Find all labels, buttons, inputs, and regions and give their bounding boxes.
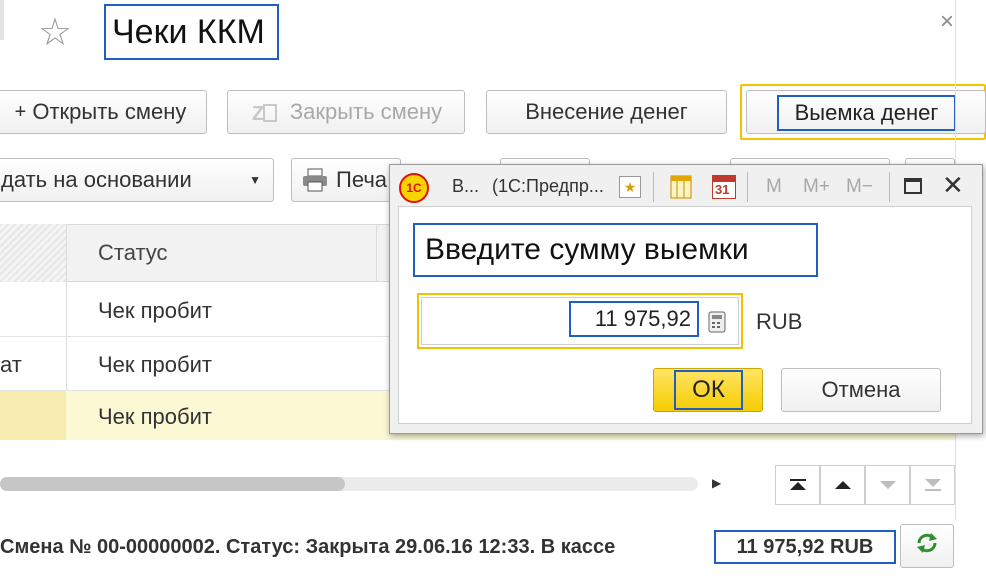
- close-shift-label: Закрыть смену: [289, 99, 443, 124]
- row-selection-marker: [0, 391, 66, 440]
- maximize-icon[interactable]: [904, 178, 922, 194]
- dialog-app-title: (1С:Предпр...: [492, 176, 604, 196]
- currency-label: RUB: [756, 309, 803, 334]
- open-shift-button[interactable]: + Открыть смену: [0, 90, 207, 134]
- print-button[interactable]: Печа: [291, 158, 401, 202]
- window-edge: [0, 0, 4, 40]
- horizontal-scrollbar-track[interactable]: [0, 477, 698, 491]
- dropdown-arrow-icon: ▼: [249, 173, 261, 187]
- 1c-logo-icon: 1С: [399, 173, 429, 203]
- scroll-right-icon[interactable]: ▶: [712, 476, 721, 490]
- title-separator: [653, 172, 654, 202]
- open-shift-label: Открыть смену: [32, 99, 187, 124]
- print-label: Печа: [336, 167, 388, 192]
- refresh-icon: [914, 530, 940, 562]
- move-bottom-icon[interactable]: [910, 465, 955, 505]
- table-icon[interactable]: [670, 175, 692, 199]
- calculator-icon[interactable]: [708, 311, 726, 333]
- close-shift-icon: Z: [250, 99, 280, 125]
- title-separator: [889, 172, 890, 202]
- column-header-status[interactable]: Статус: [98, 240, 168, 266]
- create-based-on-label: дать на основании: [1, 167, 192, 192]
- title-separator: [747, 172, 748, 202]
- row-status: Чек пробит: [98, 404, 212, 429]
- close-dialog-icon[interactable]: ✕: [942, 170, 964, 201]
- memory-subtract-button[interactable]: M−: [846, 176, 873, 198]
- memory-add-button[interactable]: M+: [803, 176, 830, 198]
- shift-status-text: Смена № 00-00000002. Статус: Закрыта 29.…: [0, 536, 616, 558]
- close-shift-button[interactable]: Z Закрыть смену: [227, 90, 465, 134]
- create-based-on-button[interactable]: дать на основании ▼: [0, 158, 274, 202]
- close-icon[interactable]: ×: [940, 8, 954, 36]
- dialog-prompt: Введите сумму выемки: [413, 223, 818, 277]
- svg-text:Z: Z: [252, 103, 264, 125]
- star-icon[interactable]: ☆: [38, 10, 72, 55]
- withdraw-label: Выемка денег: [777, 95, 956, 131]
- cancel-label: Отмена: [821, 377, 901, 402]
- memory-button[interactable]: M: [766, 176, 782, 198]
- column-divider: [376, 224, 377, 282]
- add-icon: +: [14, 100, 27, 123]
- bookmark-icon[interactable]: ★: [619, 176, 641, 198]
- ok-label: ОК: [674, 370, 743, 410]
- horizontal-scrollbar-thumb[interactable]: [0, 477, 345, 491]
- cancel-button[interactable]: Отмена: [781, 368, 941, 412]
- refresh-button[interactable]: [900, 524, 954, 568]
- calendar-icon[interactable]: 31: [712, 175, 736, 199]
- cash-amount: 11 975,92 RUB: [714, 530, 896, 564]
- page-title: Чеки ККМ: [104, 4, 279, 60]
- deposit-label: Внесение денег: [525, 99, 688, 124]
- move-top-icon[interactable]: [775, 465, 820, 505]
- move-up-icon[interactable]: [820, 465, 865, 505]
- row-status: Чек пробит: [98, 298, 212, 323]
- deposit-button[interactable]: Внесение денег: [486, 90, 727, 134]
- table-header-hatch: [0, 224, 66, 282]
- move-down-icon[interactable]: [865, 465, 910, 505]
- calendar-number: 31: [715, 182, 730, 197]
- amount-value: 11 975,92: [569, 301, 699, 337]
- row-left-fragment: ат: [0, 352, 22, 377]
- row-status: Чек пробит: [98, 352, 212, 377]
- dialog-tab-title: В...: [452, 176, 480, 196]
- printer-icon: [302, 168, 328, 192]
